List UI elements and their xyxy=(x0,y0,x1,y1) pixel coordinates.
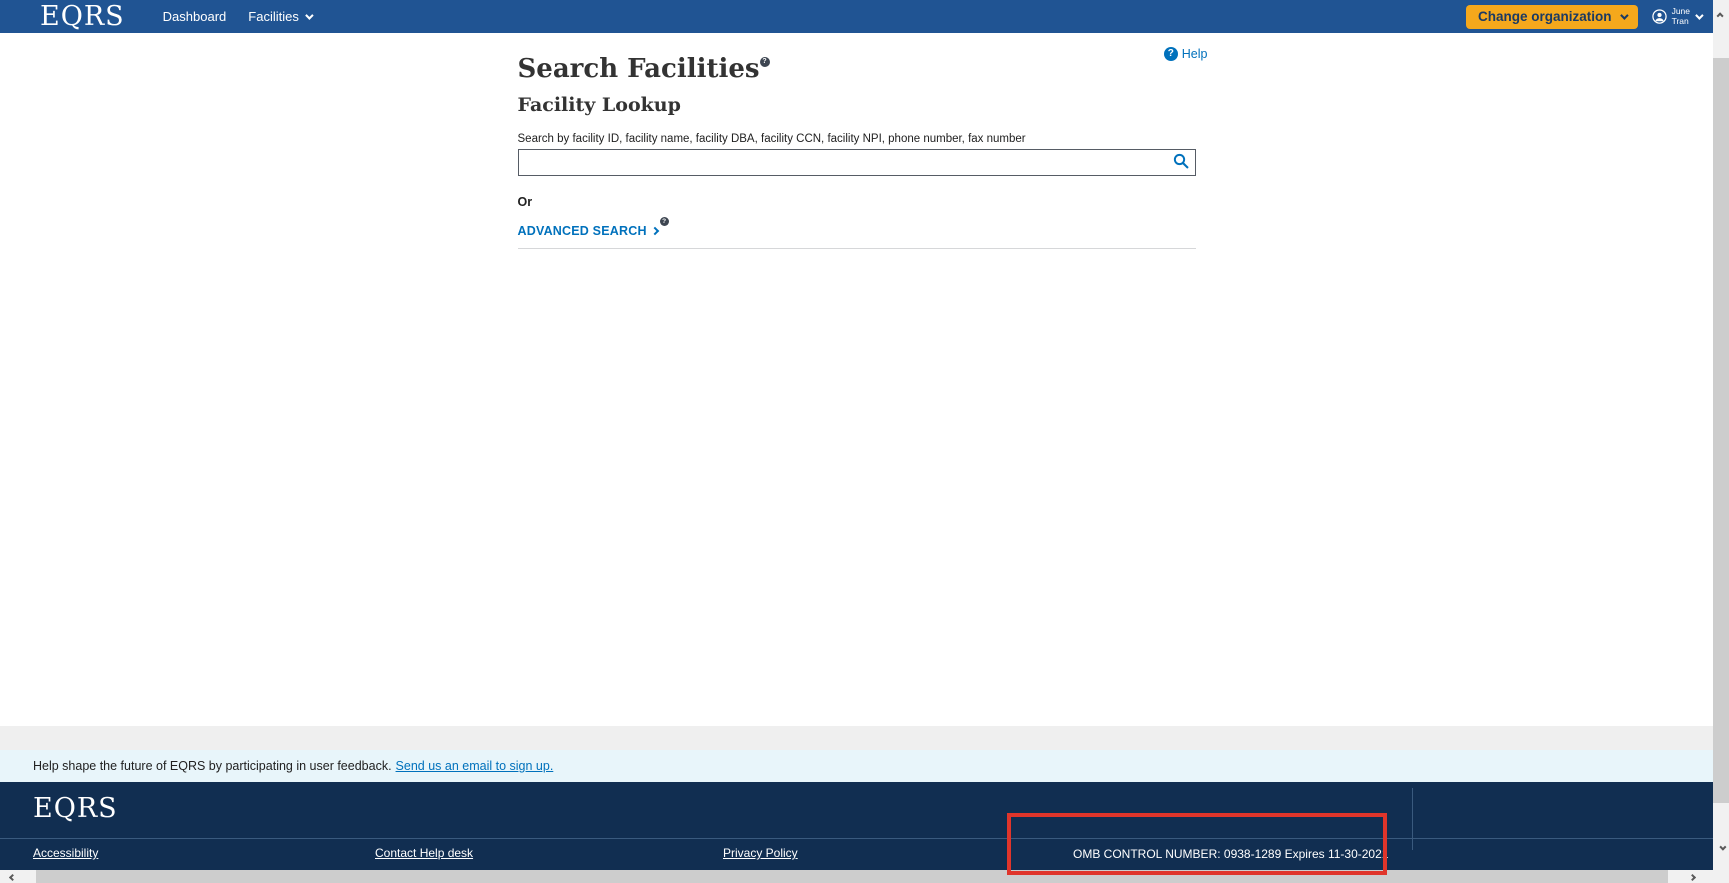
footer: EQRS Accessibility Contact Help desk Pri… xyxy=(0,782,1713,870)
chevron-down-icon xyxy=(1695,11,1703,19)
navbar-right: Change organization June Tran xyxy=(1466,5,1701,29)
search-hint-text: Search by facility ID, facility name, fa… xyxy=(518,133,1196,145)
user-last-name: Tran xyxy=(1672,16,1689,26)
feedback-text: Help shape the future of EQRS by partici… xyxy=(33,759,392,773)
footer-divider xyxy=(0,838,1713,839)
prefooter-gray-band xyxy=(0,726,1713,750)
footer-vertical-divider xyxy=(1412,788,1413,850)
top-navbar: EQRS Dashboard Facilities Change organiz… xyxy=(0,0,1713,33)
scroll-left-icon[interactable] xyxy=(6,871,18,883)
help-link[interactable]: ? Help xyxy=(1164,47,1208,61)
page-subtitle: Facility Lookup xyxy=(518,94,1196,116)
chevron-right-icon xyxy=(650,227,658,235)
advanced-search-row: ADVANCED SEARCH ? xyxy=(518,224,1196,238)
footer-link-privacy-policy[interactable]: Privacy Policy xyxy=(723,846,798,860)
omb-control-number: OMB CONTROL NUMBER: 0938-1289 Expires 11… xyxy=(1073,847,1388,861)
help-question-icon: ? xyxy=(1164,47,1178,61)
facility-search-input[interactable] xyxy=(518,149,1196,176)
advanced-search-link[interactable]: ADVANCED SEARCH xyxy=(518,224,658,238)
scroll-down-icon[interactable] xyxy=(1715,842,1727,854)
footer-link-accessibility[interactable]: Accessibility xyxy=(33,846,98,860)
glossary-help-icon[interactable]: ? xyxy=(760,57,770,67)
main-content: Search Facilities? ? Help Facility Looku… xyxy=(0,33,1713,726)
horizontal-scrollbar[interactable] xyxy=(0,870,1713,883)
footer-link-contact-help-desk[interactable]: Contact Help desk xyxy=(375,846,473,860)
change-organization-label: Change organization xyxy=(1478,9,1612,24)
chevron-down-icon xyxy=(1620,11,1628,19)
user-avatar-icon xyxy=(1652,9,1667,24)
nav-item-facilities-label: Facilities xyxy=(248,9,299,24)
vertical-scrollbar-thumb[interactable] xyxy=(1713,58,1729,803)
section-divider xyxy=(518,248,1196,249)
feedback-email-link[interactable]: Send us an email to sign up. xyxy=(396,759,554,773)
nav-item-dashboard-label: Dashboard xyxy=(163,9,227,24)
user-menu[interactable]: June Tran xyxy=(1652,7,1701,26)
search-button[interactable] xyxy=(1170,152,1192,174)
primary-nav: Dashboard Facilities xyxy=(163,9,311,24)
app-window: EQRS Dashboard Facilities Change organiz… xyxy=(0,0,1713,883)
advanced-search-label: ADVANCED SEARCH xyxy=(518,224,647,238)
glossary-help-icon[interactable]: ? xyxy=(660,217,669,226)
help-link-label: Help xyxy=(1182,47,1208,61)
user-name: June Tran xyxy=(1672,7,1690,26)
page-title: Search Facilities? xyxy=(518,55,1196,85)
or-label: Or xyxy=(518,195,1196,209)
nav-item-dashboard[interactable]: Dashboard xyxy=(163,9,227,24)
change-organization-button[interactable]: Change organization xyxy=(1466,5,1638,29)
facility-lookup-panel: Search Facilities? ? Help Facility Looku… xyxy=(518,33,1196,249)
horizontal-scrollbar-thumb[interactable] xyxy=(36,870,1668,883)
scroll-right-icon[interactable] xyxy=(1686,871,1698,883)
feedback-banner: Help shape the future of EQRS by partici… xyxy=(0,750,1713,782)
scroll-up-icon[interactable] xyxy=(1715,8,1727,20)
search-field-wrapper xyxy=(518,149,1196,176)
nav-item-facilities[interactable]: Facilities xyxy=(248,9,311,24)
chevron-down-icon xyxy=(305,11,313,19)
vertical-scrollbar[interactable] xyxy=(1713,0,1729,883)
screen: EQRS Dashboard Facilities Change organiz… xyxy=(0,0,1729,883)
search-icon xyxy=(1172,152,1190,170)
eqrs-logo[interactable]: EQRS xyxy=(40,3,125,30)
footer-eqrs-logo: EQRS xyxy=(33,793,118,824)
